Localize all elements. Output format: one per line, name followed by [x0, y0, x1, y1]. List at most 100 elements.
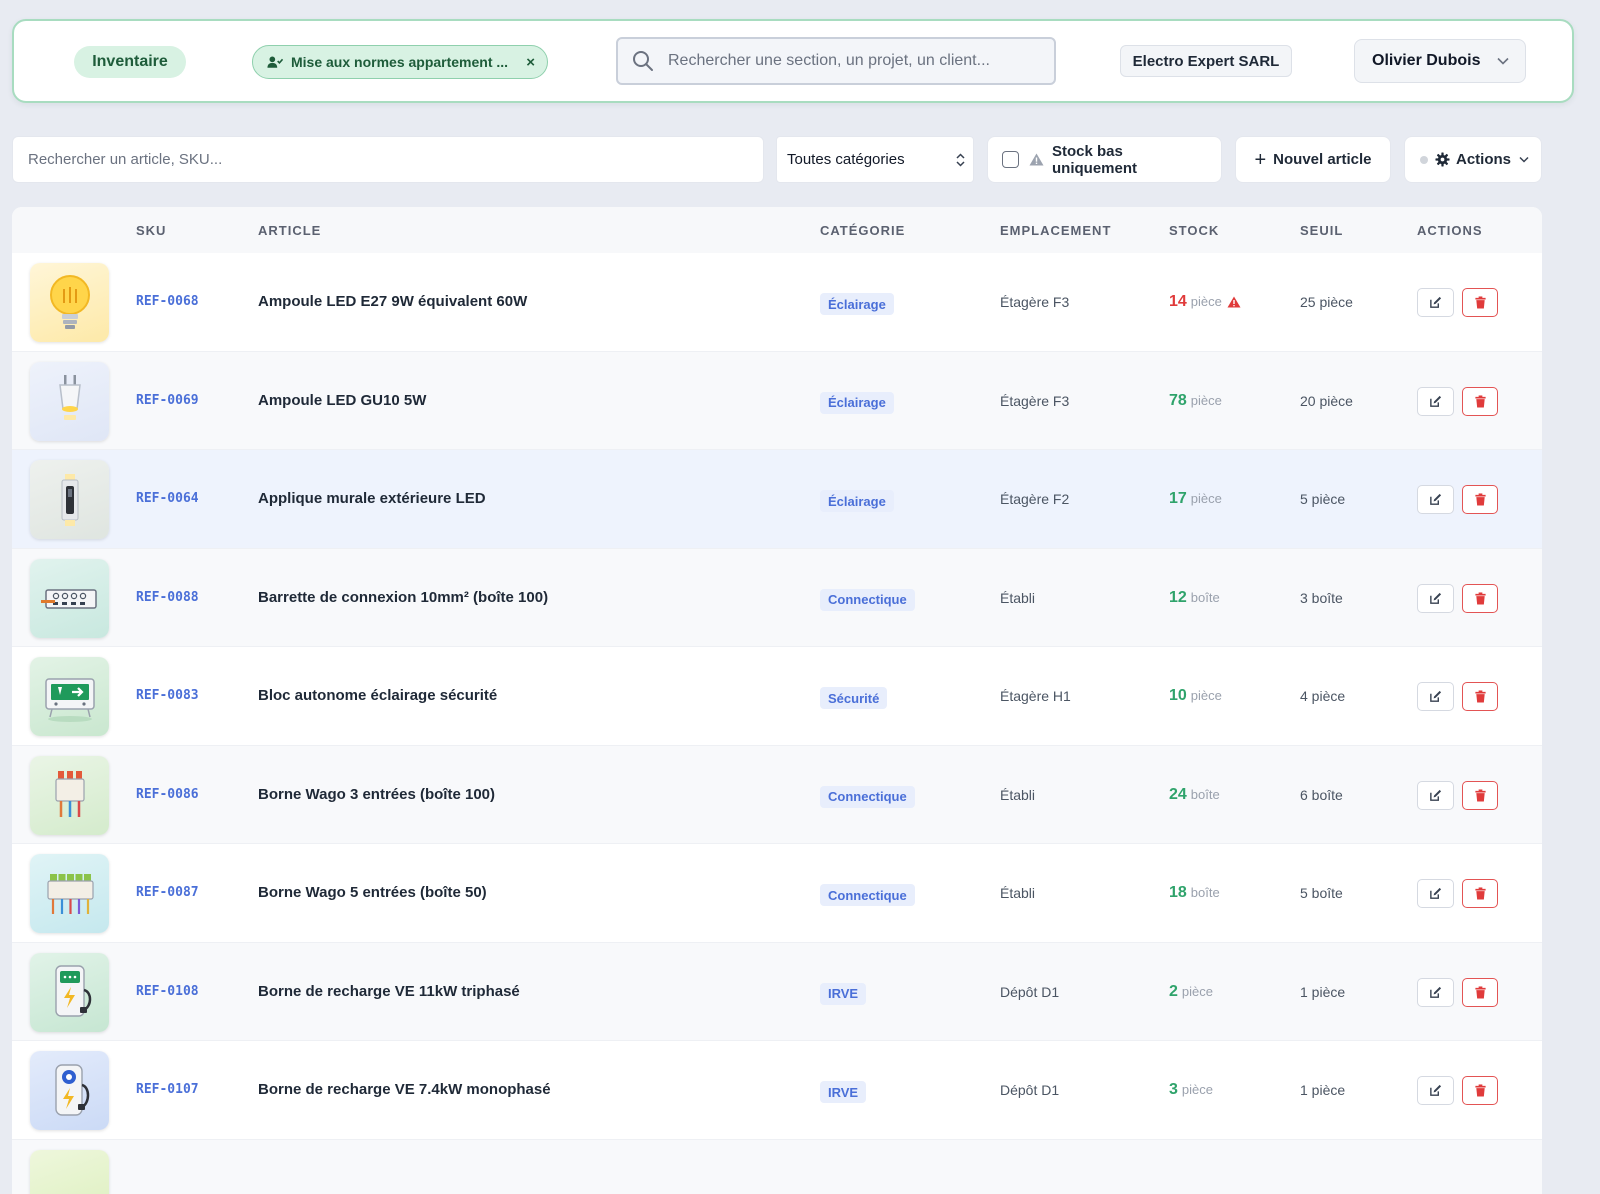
table-row[interactable]: REF-0108 Borne de recharge VE 11kW triph… — [12, 942, 1542, 1041]
edit-icon — [1430, 887, 1442, 899]
edit-button[interactable] — [1417, 879, 1454, 908]
threshold-text: 25 pièce — [1300, 294, 1353, 310]
wago-3-icon — [30, 755, 109, 835]
article-name[interactable]: Bloc autonome éclairage sécurité — [258, 687, 497, 704]
stock-cell: 3 pièce — [1169, 1081, 1213, 1099]
sku-link[interactable]: REF-0064 — [136, 491, 199, 506]
user-check-icon — [267, 56, 283, 68]
edit-button[interactable] — [1417, 780, 1454, 810]
sku-link[interactable]: REF-0083 — [136, 688, 199, 703]
top-bar: Inventaire Mise aux normes appartement .… — [12, 19, 1574, 103]
article-name[interactable]: Borne Wago 5 entrées (boîte 50) — [258, 884, 487, 901]
table-row[interactable]: REF-0088 Barrette de connexion 10mm² (bo… — [12, 548, 1542, 647]
table-row[interactable]: REF-0087 Borne Wago 5 entrées (boîte 50)… — [12, 844, 1542, 943]
stock-quantity: 14 — [1169, 293, 1187, 310]
delete-button[interactable] — [1462, 977, 1498, 1007]
project-filter-chip[interactable]: Mise aux normes appartement ... × — [252, 45, 548, 79]
close-icon[interactable]: × — [526, 54, 535, 71]
user-menu[interactable]: Olivier Dubois — [1354, 39, 1526, 83]
edit-icon — [1430, 296, 1442, 308]
company-badge[interactable]: Electro Expert SARL — [1120, 45, 1292, 77]
delete-button[interactable] — [1462, 386, 1498, 416]
table-row[interactable]: REF-0068 Ampoule LED E27 9W équivalent 6… — [12, 253, 1542, 352]
column-header-location[interactable]: EMPLACEMENT — [1000, 223, 1111, 238]
edit-icon — [1430, 395, 1442, 407]
threshold-text: 5 pièce — [1300, 491, 1346, 507]
stock-cell: 12 boîte — [1169, 589, 1220, 607]
article-name[interactable]: Borne de recharge VE 11kW triphasé — [258, 983, 520, 1000]
edit-button[interactable] — [1417, 583, 1454, 613]
stock-unit: pièce — [1190, 688, 1222, 703]
chevron-down-icon — [1497, 57, 1509, 65]
edit-button[interactable] — [1417, 1076, 1454, 1105]
trash-icon — [1474, 1084, 1486, 1097]
edit-button[interactable] — [1417, 682, 1454, 711]
low-stock-filter[interactable]: Stock bas uniquement — [987, 136, 1222, 183]
delete-button[interactable] — [1462, 879, 1498, 908]
delete-button[interactable] — [1462, 288, 1498, 317]
sku-link[interactable]: REF-0088 — [136, 590, 199, 605]
edit-button[interactable] — [1417, 485, 1454, 514]
global-search-input[interactable] — [668, 52, 1040, 70]
sku-link[interactable]: REF-0087 — [136, 885, 199, 900]
table-row[interactable]: REF-0069 Ampoule LED GU10 5W Éclairage É… — [12, 351, 1542, 450]
table-row[interactable] — [12, 1139, 1542, 1194]
article-name[interactable]: Borne de recharge VE 7.4kW monophasé — [258, 1081, 551, 1098]
table-row[interactable]: REF-0083 Bloc autonome éclairage sécurit… — [12, 647, 1542, 746]
stock-cell: 10 pièce — [1169, 687, 1222, 705]
article-name[interactable]: Ampoule LED E27 9W équivalent 60W — [258, 293, 527, 310]
low-stock-checkbox[interactable] — [1002, 151, 1019, 168]
ev-charger-tri-icon — [30, 952, 109, 1032]
column-header-threshold[interactable]: SEUIL — [1300, 223, 1343, 238]
article-name[interactable]: Ampoule LED GU10 5W — [258, 392, 426, 409]
stock-unit: pièce — [1190, 294, 1222, 309]
column-header-sku[interactable]: SKU — [136, 223, 166, 238]
stock-quantity: 18 — [1169, 884, 1187, 901]
warning-icon — [1029, 153, 1044, 166]
threshold-text: 3 boîte — [1300, 589, 1343, 606]
table-row[interactable]: REF-0107 Borne de recharge VE 7.4kW mono… — [12, 1041, 1542, 1140]
column-header-stock[interactable]: STOCK — [1169, 223, 1219, 238]
stock-quantity: 17 — [1169, 490, 1187, 507]
threshold-text: 20 pièce — [1300, 392, 1353, 409]
actions-menu-button[interactable]: Actions — [1404, 136, 1542, 183]
stock-cell: 2 pièce — [1169, 983, 1213, 1001]
delete-button[interactable] — [1462, 583, 1498, 613]
table-row[interactable]: REF-0086 Borne Wago 3 entrées (boîte 100… — [12, 745, 1542, 844]
category-badge: Connectique — [820, 588, 915, 611]
column-header-article[interactable]: ARTICLE — [258, 223, 321, 238]
edit-button[interactable] — [1417, 977, 1454, 1007]
article-search[interactable] — [12, 136, 764, 183]
edit-button[interactable] — [1417, 288, 1454, 317]
article-name[interactable]: Applique murale extérieure LED — [258, 490, 486, 507]
sku-link[interactable]: REF-0107 — [136, 1082, 199, 1097]
delete-button[interactable] — [1462, 485, 1498, 514]
delete-button[interactable] — [1462, 780, 1498, 810]
delete-button[interactable] — [1462, 682, 1498, 711]
sku-link[interactable]: REF-0068 — [136, 294, 199, 309]
edit-icon — [1430, 1084, 1442, 1096]
column-header-category[interactable]: CATÉGORIE — [820, 223, 905, 238]
delete-button[interactable] — [1462, 1076, 1498, 1105]
sku-link[interactable]: REF-0108 — [136, 984, 199, 999]
sku-link[interactable]: REF-0086 — [136, 787, 199, 802]
location-text: Étagère F3 — [1000, 294, 1070, 310]
table-row[interactable]: REF-0064 Applique murale extérieure LED … — [12, 450, 1542, 549]
article-search-input[interactable] — [28, 151, 748, 168]
threshold-text: 1 pièce — [1300, 1082, 1346, 1098]
stock-unit: boîte — [1190, 786, 1220, 802]
sku-link[interactable]: REF-0069 — [136, 393, 199, 408]
section-badge[interactable]: Inventaire — [74, 46, 186, 78]
global-search[interactable] — [616, 37, 1056, 85]
plus-icon: + — [1254, 148, 1267, 171]
category-select[interactable]: Toutes catégories — [776, 136, 974, 183]
product-thumbnail — [30, 1149, 109, 1194]
edit-icon — [1430, 986, 1442, 998]
edit-button[interactable] — [1417, 386, 1454, 416]
trash-icon — [1474, 690, 1486, 703]
new-article-label: Nouvel article — [1273, 151, 1372, 168]
article-name[interactable]: Borne Wago 3 entrées (boîte 100) — [258, 786, 495, 803]
new-article-button[interactable]: + Nouvel article — [1235, 136, 1391, 183]
article-name[interactable]: Barrette de connexion 10mm² (boîte 100) — [258, 589, 548, 606]
trash-icon — [1474, 394, 1486, 408]
